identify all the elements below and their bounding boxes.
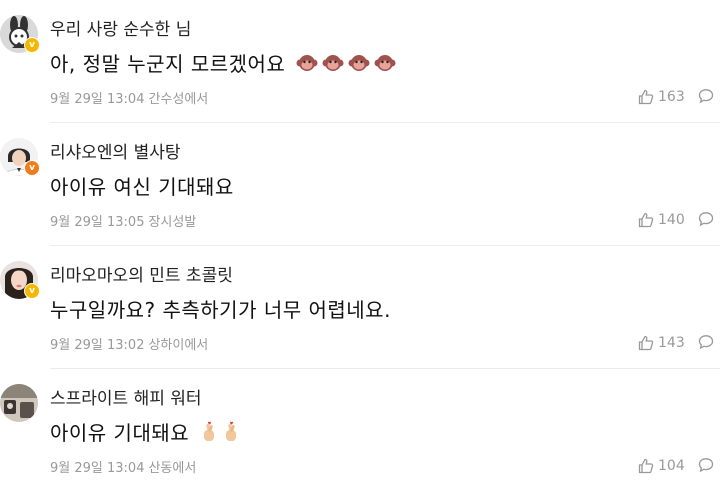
username[interactable]: 스프라이트 해피 워터 (50, 384, 202, 409)
finger-heart-icon (222, 421, 240, 448)
comment-text: 누구일까요? 추측하기가 너무 어렵네요. (50, 294, 391, 323)
comment-date: 9월 29일 13:04 (50, 461, 145, 476)
comment-meta: 9월 29일 13:04 산동에서 (50, 457, 196, 476)
comment-item: 스프라이트 해피 워터 아이유 기대돼요 9월 29일 13:04 산동에서 10… (0, 369, 720, 492)
like-button[interactable]: 140 (638, 211, 685, 229)
comment-text-body: 아, 정말 누군지 모르겠어요 (50, 52, 286, 76)
comment-text-body: 아이유 여신 기대돼요 (50, 175, 234, 199)
finger-heart-icon (200, 421, 218, 448)
comment-text: 아, 정말 누군지 모르겠어요 (50, 48, 396, 79)
comment-meta: 9월 29일 13:02 상하이에서 (50, 334, 208, 353)
comment-list: v 우리 사랑 순수한 님 아, 정말 누군지 모르겠어요 9월 29일 13:… (0, 0, 720, 492)
comment-text: 아이유 여신 기대돼요 (50, 171, 234, 200)
monkey-face-icon (374, 52, 396, 79)
like-button[interactable]: 163 (638, 88, 685, 106)
comment-item: v 리마오마오의 민트 초콜릿 누구일까요? 추측하기가 너무 어렵네요. 9월… (0, 246, 720, 369)
comment-item: v 우리 사랑 순수한 님 아, 정말 누군지 모르겠어요 9월 29일 13:… (0, 0, 720, 123)
like-count: 140 (658, 212, 685, 228)
monkey-face-icon (296, 52, 318, 79)
thumbs-up-icon (638, 335, 654, 351)
comment-text-body: 누구일까요? 추측하기가 너무 어렵네요. (50, 298, 391, 322)
like-count: 163 (658, 89, 685, 105)
comment-location: 상하이에서 (148, 338, 209, 353)
username[interactable]: 리마오마오의 민트 초콜릿 (50, 261, 233, 286)
verified-badge-icon: v (24, 283, 40, 299)
comment-bubble-icon (698, 458, 714, 473)
avatar[interactable] (0, 384, 38, 422)
thumbs-up-icon (638, 212, 654, 228)
comment-date: 9월 29일 13:04 (50, 92, 145, 107)
reply-button[interactable] (698, 334, 714, 354)
like-button[interactable]: 104 (638, 457, 685, 475)
thumbs-up-icon (638, 89, 654, 105)
comment-bubble-icon (698, 89, 714, 104)
comment-text-body: 아이유 기대돼요 (50, 421, 190, 445)
comment-text: 아이유 기대돼요 (50, 417, 240, 448)
comment-location: 장시성발 (148, 215, 197, 230)
comment-item: v 리샤오엔의 별사탕 아이유 여신 기대돼요 9월 29일 13:05 장시성발… (0, 123, 720, 246)
comment-date: 9월 29일 13:02 (50, 338, 145, 353)
verified-badge-icon: v (24, 37, 40, 53)
comment-bubble-icon (698, 335, 714, 350)
monkey-face-icon (348, 52, 370, 79)
like-count: 143 (658, 335, 685, 351)
comment-date: 9월 29일 13:05 (50, 215, 145, 230)
comment-meta: 9월 29일 13:05 장시성발 (50, 211, 196, 230)
reply-button[interactable] (698, 88, 714, 108)
thumbs-up-icon (638, 458, 654, 474)
reply-button[interactable] (698, 457, 714, 477)
comment-meta: 9월 29일 13:04 간수성에서 (50, 88, 208, 107)
username[interactable]: 우리 사랑 순수한 님 (50, 15, 191, 40)
reply-button[interactable] (698, 211, 714, 231)
monkey-face-icon (322, 52, 344, 79)
like-count: 104 (658, 458, 685, 474)
verified-badge-icon: v (24, 160, 40, 176)
comment-bubble-icon (698, 212, 714, 227)
comment-location: 간수성에서 (148, 92, 209, 107)
username[interactable]: 리샤오엔의 별사탕 (50, 138, 181, 163)
like-button[interactable]: 143 (638, 334, 685, 352)
comment-location: 산동에서 (148, 461, 197, 476)
